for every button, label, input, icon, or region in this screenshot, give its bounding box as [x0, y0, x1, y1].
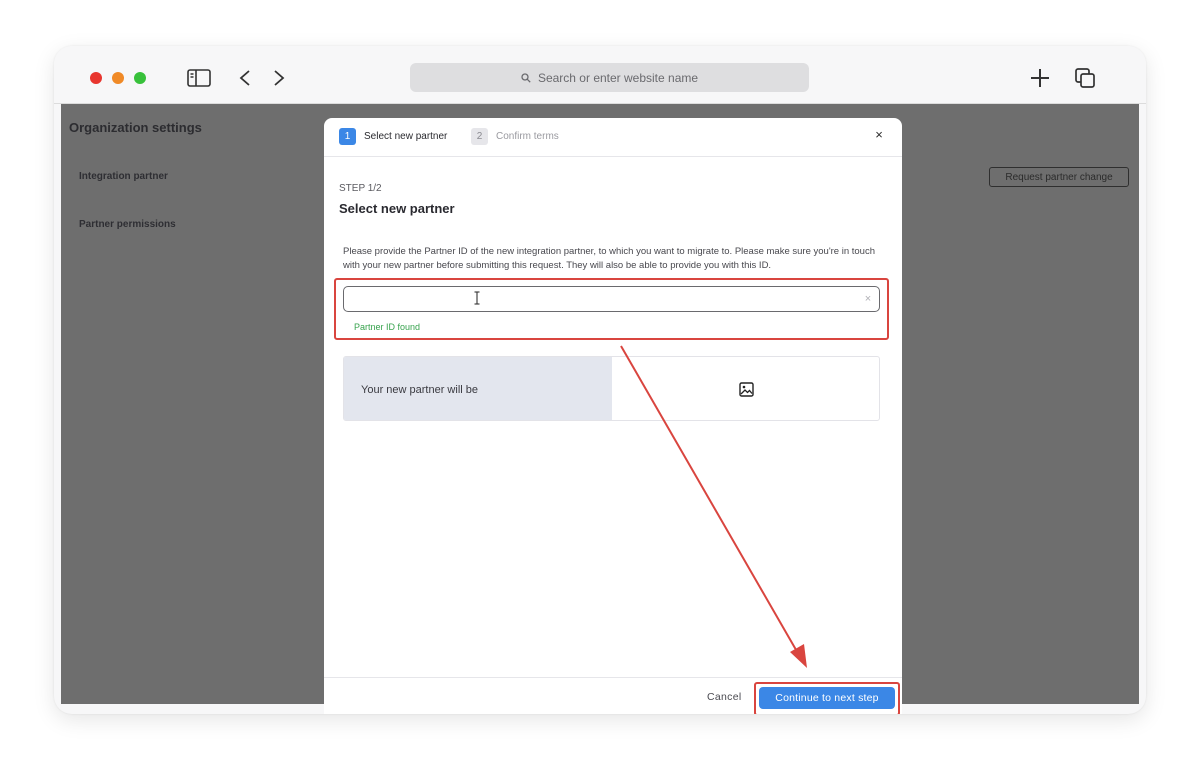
address-placeholder: Search or enter website name	[537, 70, 699, 85]
browser-window: Search or enter website name Organizatio…	[54, 46, 1146, 714]
stepper: 1 Select new partner 2 Confirm terms ×	[324, 118, 902, 157]
continue-button[interactable]: Continue to next step	[759, 687, 895, 709]
sidebar-icon[interactable]	[185, 64, 213, 92]
partner-logo	[612, 357, 879, 420]
address-bar[interactable]: Search or enter website name	[410, 63, 809, 92]
partner-id-input[interactable]	[343, 286, 880, 312]
step-2-label: Confirm terms	[496, 131, 559, 142]
step-2-number: 2	[471, 128, 488, 145]
cancel-button[interactable]: Cancel	[707, 691, 741, 703]
request-partner-change-button[interactable]: Request partner change	[989, 167, 1129, 187]
instructions-text: Please provide the Partner ID of the new…	[343, 246, 875, 271]
close-icon[interactable]: ×	[871, 126, 887, 142]
page-title: Organization settings	[69, 120, 202, 135]
page-content: Organization settings Integration partne…	[61, 104, 1139, 714]
new-tab-icon[interactable]	[1026, 64, 1054, 92]
step-caption: STEP 1/2	[339, 183, 382, 194]
new-partner-label: Your new partner will be	[344, 357, 612, 420]
clear-input-icon[interactable]: ×	[862, 293, 874, 305]
select-partner-modal: 1 Select new partner 2 Confirm terms × S…	[324, 118, 902, 714]
sidebar-item-partner-permissions[interactable]: Partner permissions	[79, 219, 176, 230]
image-placeholder-icon	[739, 382, 754, 397]
step-1-number: 1	[339, 128, 356, 145]
forward-icon[interactable]	[265, 64, 293, 92]
sidebar-item-integration-partner[interactable]: Integration partner	[79, 171, 168, 182]
step-1-label: Select new partner	[364, 131, 448, 142]
minimize-window-button[interactable]	[112, 72, 124, 84]
maximize-window-button[interactable]	[134, 72, 146, 84]
partner-id-status: Partner ID found	[354, 322, 421, 332]
new-partner-panel: Your new partner will be	[343, 356, 880, 421]
browser-toolbar: Search or enter website name	[54, 46, 1146, 104]
modal-title: Select new partner	[339, 201, 455, 216]
tabs-overview-icon[interactable]	[1071, 64, 1099, 92]
close-window-button[interactable]	[90, 72, 102, 84]
text-cursor-icon	[474, 291, 480, 305]
back-icon[interactable]	[231, 64, 259, 92]
modal-footer: Cancel Continue to next step	[324, 677, 902, 714]
search-icon	[521, 72, 531, 83]
